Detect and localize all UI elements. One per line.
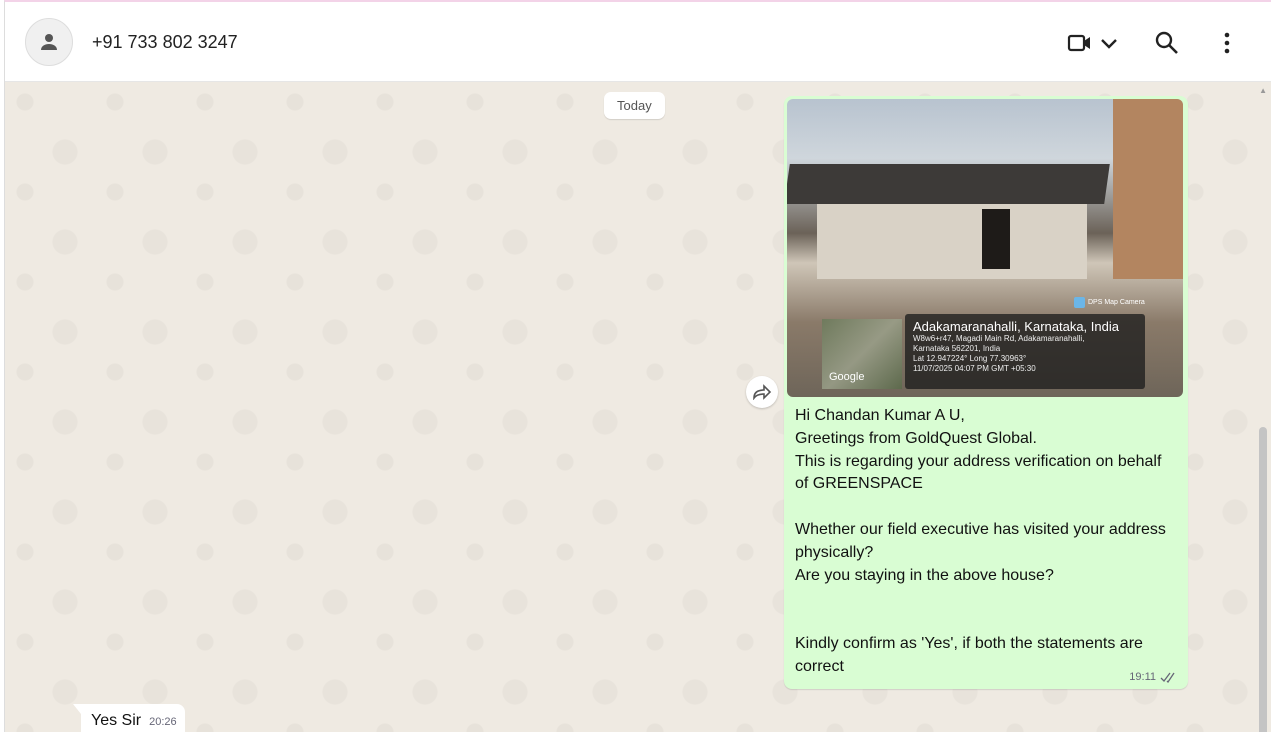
message-time: 19:11 xyxy=(1129,671,1156,683)
scroll-up-arrow[interactable]: ▲ xyxy=(1259,86,1267,95)
search-icon[interactable] xyxy=(1154,30,1180,56)
geotag-address1: W8w6+r47, Magadi Main Rd, Adakamaranahal… xyxy=(913,334,1085,343)
camera-app-icon xyxy=(1074,297,1085,308)
photo-roof xyxy=(787,164,1110,204)
avatar-person-icon xyxy=(41,34,57,50)
scrollbar-thumb[interactable] xyxy=(1259,427,1267,732)
geotag-caption: Adakamaranahalli, Karnataka, India W8w6+… xyxy=(905,314,1145,389)
message-text: Hi Chandan Kumar A U, Greetings from Gol… xyxy=(795,407,1166,675)
geotag-place: Adakamaranahalli, Karnataka, India xyxy=(913,319,1119,334)
photo-building xyxy=(1113,99,1183,279)
message-list: Today Google DPS Map Camera Adakamaranah… xyxy=(5,82,1271,732)
photo-door xyxy=(982,209,1010,269)
date-chip: Today xyxy=(604,92,665,119)
incoming-message[interactable]: Yes Sir 20:26 xyxy=(73,704,185,732)
more-vertical-icon[interactable] xyxy=(1214,30,1240,56)
camera-app-name: DPS Map Camera xyxy=(1088,299,1145,306)
outgoing-message[interactable]: Google DPS Map Camera Adakamaranahalli, … xyxy=(784,96,1188,689)
chevron-down-icon[interactable] xyxy=(1099,30,1119,56)
photo-wall xyxy=(817,204,1087,279)
message-time: 20:26 xyxy=(149,716,177,728)
double-check-icon xyxy=(1160,672,1175,683)
chat-window: +91 733 802 3247 Today Google DPS Map Ca… xyxy=(4,0,1271,732)
message-photo[interactable]: Google DPS Map Camera Adakamaranahalli, … xyxy=(787,99,1183,397)
message-meta: 19:11 xyxy=(1129,671,1178,683)
chat-header: +91 733 802 3247 xyxy=(5,2,1271,82)
video-call-icon[interactable] xyxy=(1067,30,1093,56)
geotag-address2: Karnataka 562201, India xyxy=(913,344,1001,353)
forward-button[interactable] xyxy=(746,376,778,408)
map-logo: Google xyxy=(829,371,865,383)
message-text: Yes Sir xyxy=(91,712,142,729)
geotag-coords: Lat 12.947224° Long 77.30963° xyxy=(913,354,1027,363)
forward-icon xyxy=(753,384,772,400)
avatar[interactable] xyxy=(25,18,73,66)
camera-app-label: DPS Map Camera xyxy=(1074,297,1145,308)
geotag-datetime: 11/07/2025 04:07 PM GMT +05:30 xyxy=(913,364,1036,373)
contact-name[interactable]: +91 733 802 3247 xyxy=(92,32,238,53)
